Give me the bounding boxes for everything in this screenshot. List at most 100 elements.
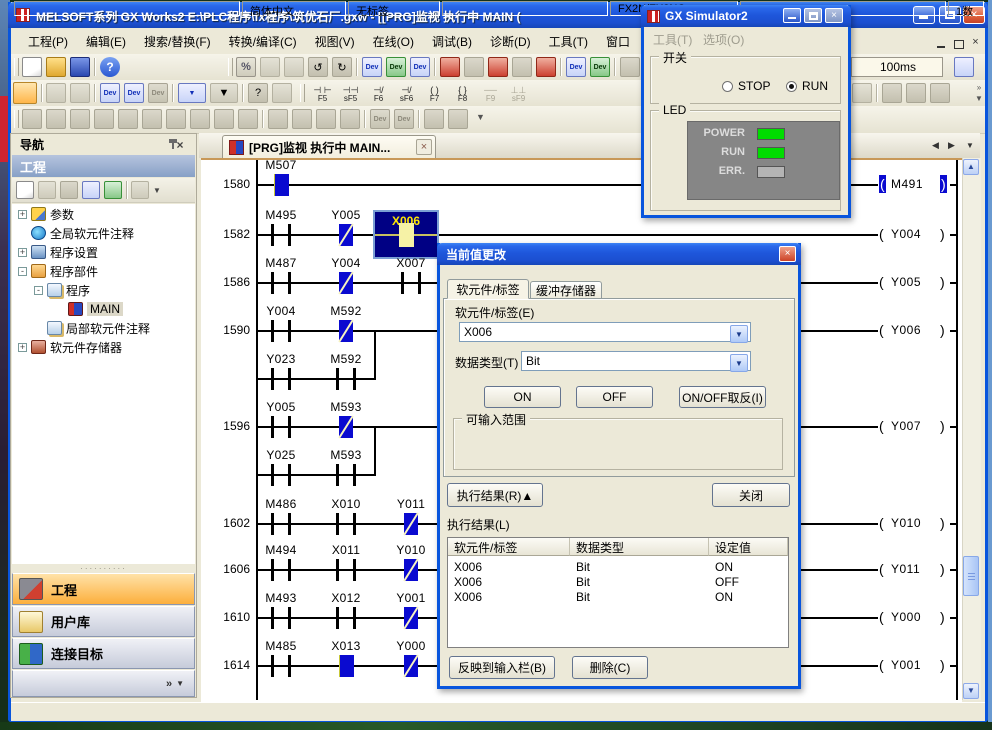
- monitor-mode-icon[interactable]: [536, 57, 556, 77]
- device-display-dropdown-icon[interactable]: ▼: [178, 83, 206, 103]
- contact-open[interactable]: [271, 320, 291, 342]
- toolbar-grip[interactable]: [228, 58, 233, 76]
- tree-item-parameter[interactable]: + 参数: [18, 205, 74, 223]
- expander-icon[interactable]: +: [18, 343, 27, 352]
- copy-item-icon[interactable]: [38, 181, 56, 199]
- find-binoculars-icon[interactable]: [272, 83, 292, 103]
- contact-open[interactable]: [336, 513, 356, 535]
- simulator-maximize-button[interactable]: [804, 8, 822, 23]
- coil-label[interactable]: Y011: [891, 562, 920, 576]
- toolbar-overflow-button[interactable]: ▼: [476, 112, 485, 122]
- contact-closed-energized[interactable]: [404, 655, 418, 677]
- scan-time-field[interactable]: 100ms: [851, 57, 943, 77]
- device-combo[interactable]: X006 ▼: [459, 322, 751, 342]
- dialog-close-action-button[interactable]: 关闭: [712, 483, 790, 507]
- toolbar-grip[interactable]: [14, 58, 19, 76]
- contact-closed-energized[interactable]: [339, 320, 353, 342]
- tree-item-device-memory[interactable]: + 软元件存储器: [18, 338, 122, 356]
- tab-scroll-left-icon[interactable]: ◀: [932, 140, 939, 151]
- menu-debug[interactable]: 调试(B): [423, 30, 481, 53]
- contact-closed-energized[interactable]: [339, 416, 353, 438]
- menu-tools[interactable]: 工具(T): [540, 30, 597, 53]
- expander-icon[interactable]: -: [18, 267, 27, 276]
- tab-buffer-memory[interactable]: 缓冲存储器: [530, 281, 602, 299]
- contact-energized[interactable]: [339, 655, 354, 677]
- coil-label[interactable]: Y001: [891, 658, 921, 672]
- v-scrollbar[interactable]: [962, 158, 981, 700]
- delete-button[interactable]: 删除(C): [572, 656, 648, 679]
- tab-scroll-right-icon[interactable]: ▶: [948, 140, 955, 151]
- help-icon[interactable]: ?: [100, 57, 120, 77]
- device-register-monitor-icon[interactable]: Dev: [590, 57, 610, 77]
- tab-close-button[interactable]: ×: [416, 139, 432, 155]
- navigation-toggle-icon[interactable]: [13, 82, 37, 104]
- combo-dropdown-icon[interactable]: ▼: [730, 354, 748, 372]
- stack-button-user-library[interactable]: 用户库: [12, 606, 195, 637]
- tree-item-global-comment[interactable]: 全局软元件注释: [18, 224, 134, 242]
- menu-project[interactable]: 工程(P): [19, 30, 77, 53]
- menu-diagnostics[interactable]: 诊断(D): [481, 30, 540, 53]
- contact-open[interactable]: [271, 655, 291, 677]
- run-radio[interactable]: [786, 81, 797, 92]
- run-radio-label[interactable]: RUN: [802, 79, 828, 93]
- scroll-down-button[interactable]: ▼: [963, 683, 979, 699]
- monitor-stop-icon[interactable]: [512, 57, 532, 77]
- ladder-symbol-vline-button[interactable]: ⊥⊥sF9: [504, 82, 533, 106]
- sort-filter-icon[interactable]: [131, 181, 149, 199]
- undo-icon[interactable]: ↺: [308, 57, 328, 77]
- editor-tab-main[interactable]: [PRG]监视 执行中 MAIN... ×: [222, 135, 436, 158]
- expander-icon[interactable]: +: [18, 248, 27, 257]
- result-list[interactable]: 软元件/标签 数据类型 设定值 X006 Bit ON X006 Bit OFF…: [447, 537, 789, 648]
- contact-open[interactable]: [271, 464, 291, 486]
- contact-open[interactable]: [271, 607, 291, 629]
- ladder-symbol-open-contact-button[interactable]: ⊣ ⊢F5: [308, 82, 337, 106]
- coil-label[interactable]: Y000: [891, 610, 921, 624]
- stack-overflow-button[interactable]: » ▼: [12, 670, 195, 697]
- off-button[interactable]: OFF: [576, 386, 653, 408]
- pin-icon[interactable]: [168, 138, 178, 150]
- coil-label[interactable]: Y005: [891, 275, 921, 289]
- contact-open[interactable]: [336, 368, 356, 390]
- menu-window[interactable]: 窗口: [597, 30, 639, 53]
- contact-closed-energized[interactable]: [404, 559, 418, 581]
- new-project-icon[interactable]: [22, 57, 42, 77]
- ladder-symbol-application-button[interactable]: { }F8: [448, 82, 477, 106]
- mdi-restore-button[interactable]: [951, 37, 966, 51]
- contact-energized[interactable]: [274, 174, 289, 196]
- column-header-type[interactable]: 数据类型: [570, 538, 709, 556]
- program-list-icon[interactable]: [70, 83, 90, 103]
- mdi-close-button[interactable]: ×: [968, 36, 983, 50]
- contact-open[interactable]: [271, 224, 291, 246]
- contact-open[interactable]: [336, 607, 356, 629]
- dialog-close-button[interactable]: ×: [779, 246, 796, 262]
- property-icon[interactable]: [82, 181, 100, 199]
- write-to-plc-icon[interactable]: [440, 57, 460, 77]
- device-comment-icon[interactable]: Dev: [100, 83, 120, 103]
- ladder-symbol-closed-contact-button[interactable]: ⊣/F6: [364, 82, 393, 106]
- copy-icon[interactable]: [260, 57, 280, 77]
- tab-list-dropdown-icon[interactable]: ▼: [966, 141, 974, 150]
- paste-icon[interactable]: [284, 57, 304, 77]
- contact-open[interactable]: [271, 559, 291, 581]
- contact-open[interactable]: [336, 559, 356, 581]
- ladder-symbol-hline-button[interactable]: ──F9: [476, 82, 505, 106]
- dialog-title-bar[interactable]: 当前值更改: [437, 243, 801, 265]
- expander-icon[interactable]: +: [18, 210, 27, 219]
- coil-label[interactable]: Y006: [891, 323, 921, 337]
- device-search-dropdown-icon[interactable]: ▼: [210, 83, 238, 103]
- simulator-minimize-button[interactable]: [783, 8, 801, 23]
- ladder-symbol-parallel-contact-button[interactable]: ⊣⊣sF5: [336, 82, 365, 106]
- on-off-invert-button[interactable]: ON/OFF取反(I): [679, 386, 766, 408]
- tree-item-main[interactable]: MAIN: [64, 300, 123, 318]
- column-header-device[interactable]: 软元件/标签: [448, 538, 570, 556]
- comment-display-icon[interactable]: [620, 57, 640, 77]
- contact-open[interactable]: [271, 272, 291, 294]
- data-type-combo[interactable]: Bit ▼: [521, 351, 751, 371]
- parameter-icon[interactable]: [46, 83, 66, 103]
- execution-result-button[interactable]: 执行结果(R)▲: [447, 483, 543, 507]
- scan-time-icon[interactable]: [954, 57, 974, 77]
- device-monitor-run-icon[interactable]: Dev: [386, 57, 406, 77]
- menu-compile[interactable]: 转换/编译(C): [220, 30, 306, 53]
- stop-radio-label[interactable]: STOP: [738, 79, 770, 93]
- contact-open[interactable]: [271, 368, 291, 390]
